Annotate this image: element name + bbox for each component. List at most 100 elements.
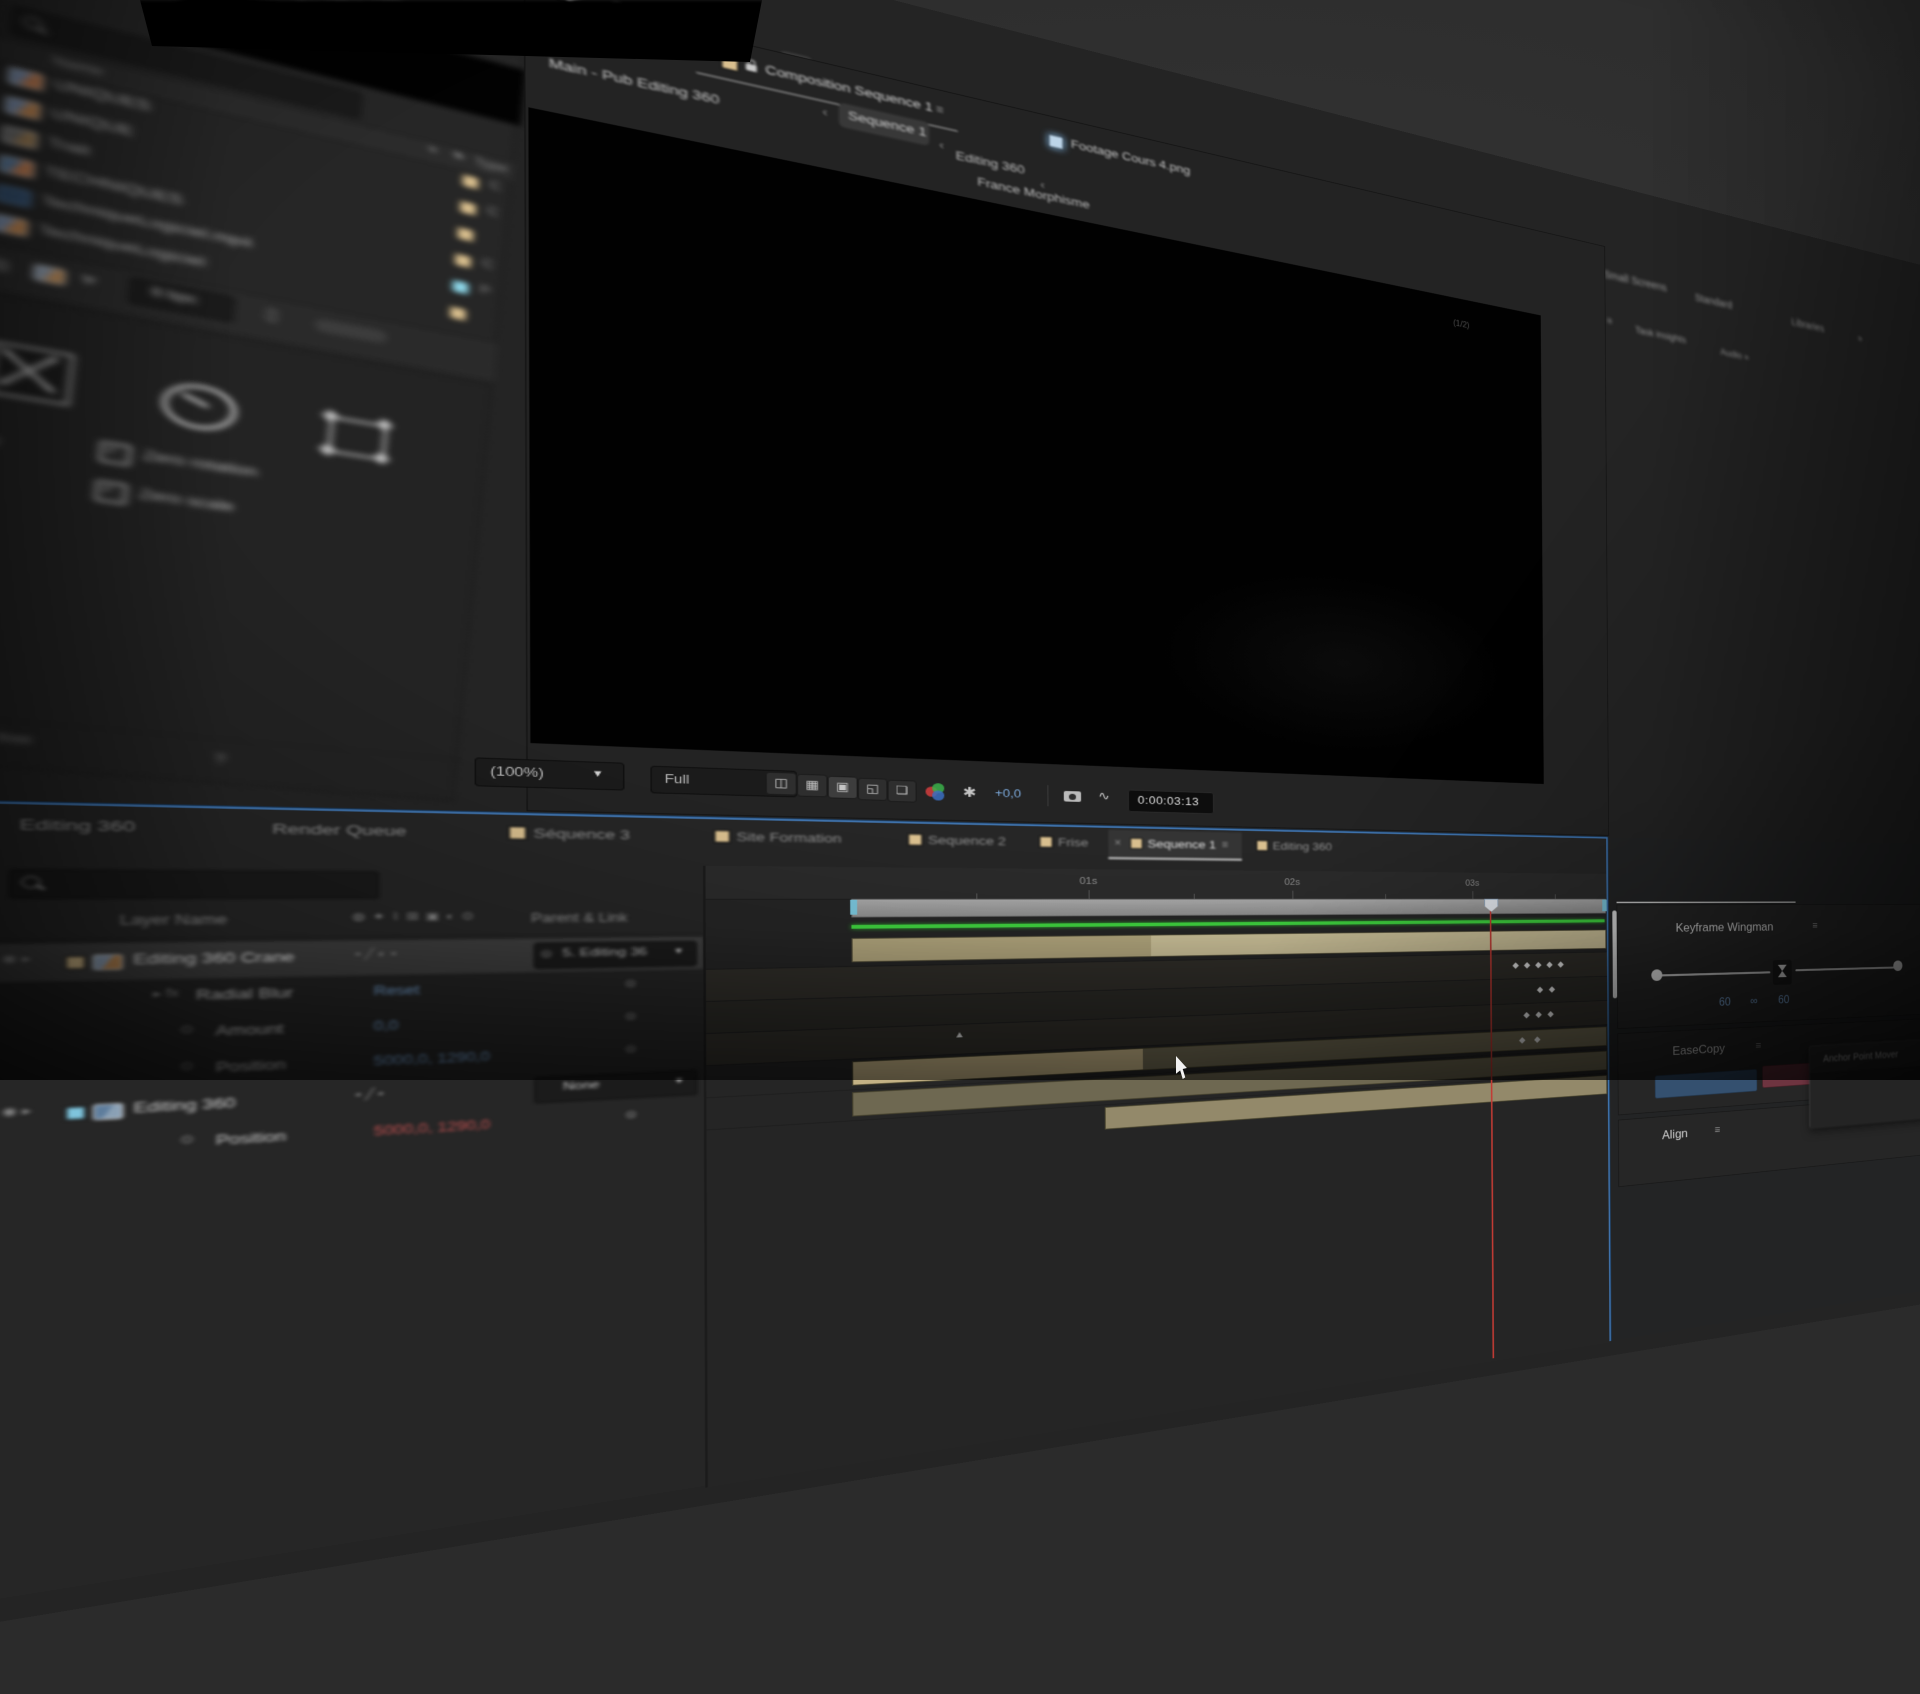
panel-menu-icon[interactable] xyxy=(1756,1040,1762,1052)
timeline-search-input[interactable] xyxy=(9,869,379,899)
scale-reset-icon[interactable] xyxy=(327,416,387,461)
copy-ease-button[interactable] xyxy=(1655,1069,1757,1099)
comp-chip xyxy=(1039,836,1052,848)
timeline-tab-frise[interactable]: Frise xyxy=(1058,836,1089,850)
time-ruler[interactable]: 01s 02s 03s xyxy=(705,866,1606,900)
item-thumb xyxy=(0,184,32,208)
roi-button[interactable]: ▣ xyxy=(828,776,858,799)
panel-menu-icon[interactable] xyxy=(1812,920,1817,932)
preview-options-button[interactable]: ❏ xyxy=(887,780,916,803)
effect-reset-link[interactable]: Reset xyxy=(373,983,419,999)
crumb-separator-icon[interactable] xyxy=(939,137,944,152)
label-chip[interactable] xyxy=(453,252,473,269)
parent-dropdown[interactable]: ◎ 5. Editing 36 xyxy=(534,941,697,969)
tab-menu-icon[interactable] xyxy=(936,102,944,116)
footage-chip-icon[interactable] xyxy=(33,264,66,286)
ease-in-value[interactable]: 60 xyxy=(1719,996,1731,1009)
snapshot-camera-icon[interactable] xyxy=(1064,791,1081,802)
label-tag-icon[interactable]: ⚑ xyxy=(451,150,465,164)
comp-chip xyxy=(508,826,526,840)
composition-view-area[interactable]: (1/2) xyxy=(528,107,1543,784)
lock-icon xyxy=(746,63,757,72)
trash-icon[interactable]: ▯ xyxy=(265,304,279,324)
column-type-header[interactable]: Type xyxy=(474,156,508,176)
easecopy-title: EaseCopy xyxy=(1672,1041,1724,1058)
item-thumb xyxy=(0,154,35,178)
tab-menu-icon[interactable] xyxy=(1222,839,1229,851)
resolution-gear-icon[interactable]: ✱ xyxy=(963,784,977,801)
link-infinity-icon[interactable]: ∞ xyxy=(1750,995,1757,1008)
properties-menu-icon[interactable] xyxy=(1607,315,1612,326)
help-button[interactable]: ? xyxy=(214,751,226,767)
property-value-error[interactable]: 5000,0, 1290,0 xyxy=(374,1117,490,1138)
ruler-label-03s: 03s xyxy=(1465,879,1479,888)
exposure-value[interactable]: +0,0 xyxy=(995,787,1021,800)
label-chip[interactable] xyxy=(456,226,476,243)
layer-color-chip[interactable] xyxy=(65,956,86,970)
anchor-point-mover-window[interactable]: Anchor Point Mover xyxy=(1809,1038,1920,1129)
parent-link-column-header[interactable]: Parent & Link xyxy=(531,911,628,926)
column-name-header[interactable]: Name xyxy=(52,54,104,79)
panel-menu-icon[interactable] xyxy=(1715,1124,1721,1137)
easing-slider-track-right[interactable] xyxy=(1795,966,1897,971)
visibility-label: visibility xyxy=(0,421,1,448)
viewer-crumb-editing360[interactable]: Editing 360 xyxy=(956,148,1025,176)
magnification-dropdown[interactable]: (100%) xyxy=(475,757,625,790)
close-tab-icon[interactable] xyxy=(701,48,710,64)
crumb-separator-icon[interactable] xyxy=(822,104,827,119)
layer-thumb xyxy=(93,1103,124,1120)
work-area-end-handle[interactable] xyxy=(1602,900,1606,912)
easing-slider-track-left[interactable] xyxy=(1657,971,1771,976)
timeline-tab-sequence2[interactable]: Sequence 2 xyxy=(928,833,1006,848)
mask-visibility-button[interactable]: ▦ xyxy=(797,774,828,798)
label-chip[interactable] xyxy=(448,305,468,322)
send-icon[interactable]: ➤ xyxy=(75,269,102,290)
workspace-overflow-chevron[interactable]: » xyxy=(1858,332,1863,344)
grid-guides-button[interactable]: ◫ xyxy=(766,772,797,796)
timeline-tab-site-formation[interactable]: Site Formation xyxy=(736,829,841,845)
comp-chip xyxy=(714,830,730,843)
sort-caret-icon[interactable] xyxy=(429,144,437,157)
marker-icon[interactable]: ▲ xyxy=(954,1030,965,1040)
zero-scale-checkbox[interactable]: ✓ xyxy=(94,479,128,505)
bit-depth-button[interactable]: 8 bpc xyxy=(128,277,235,323)
main-comp-tab[interactable]: Main - Pub Editing 360 xyxy=(549,55,720,107)
layer-color-chip[interactable] xyxy=(65,1106,86,1121)
timeline-tab-sequence3[interactable]: Séquence 3 xyxy=(533,826,630,843)
desktop-background: Y Y Snapping ⚑ » Default Review Learn Sm… xyxy=(0,0,1920,1080)
label-chip[interactable] xyxy=(458,199,478,216)
work-area-start-handle[interactable] xyxy=(850,900,857,915)
zero-rotation-label: Zero rotation xyxy=(142,447,258,480)
timecode-value: 0:00:03:13 xyxy=(1138,794,1199,808)
channel-rgb-icon[interactable] xyxy=(926,783,950,802)
close-tab-icon[interactable] xyxy=(1114,837,1121,849)
layer-viewer-tab[interactable]: Layer (none) xyxy=(549,21,647,58)
ease-out-value[interactable]: 60 xyxy=(1778,994,1789,1007)
slider-center-button[interactable] xyxy=(1773,960,1792,985)
label-chip[interactable] xyxy=(451,279,471,296)
project-item[interactable]: UNIQUE xyxy=(50,105,134,139)
resolution-value: Full xyxy=(665,772,690,787)
after-effects-window: Y Y Snapping ⚑ » Default Review Learn Sm… xyxy=(0,0,1920,1668)
timeline-tab-editing360-left[interactable]: Editing 360 xyxy=(19,816,135,835)
keyframe-wingman-title: Keyframe Wingman xyxy=(1676,920,1774,935)
timeline-tab-sequence1-active[interactable]: Sequence 1 xyxy=(1108,830,1242,861)
timeline-tab-render-queue[interactable]: Render Queue xyxy=(272,821,406,839)
layer-name: Editing 360 xyxy=(133,1095,235,1116)
folder-icon[interactable]: ▨ xyxy=(0,253,11,275)
project-item[interactable]: Trait xyxy=(47,134,91,159)
anchor-grid-icon[interactable] xyxy=(0,341,74,406)
transparency-grid-button[interactable]: ◱ xyxy=(858,778,888,801)
item-thumb xyxy=(0,213,29,237)
show-snapshot-icon[interactable]: ∿ xyxy=(1098,789,1110,804)
timecode-box[interactable]: 0:00:03:13 xyxy=(1128,790,1214,815)
property-value[interactable]: 0,0 xyxy=(374,1018,399,1034)
rotation-reset-icon[interactable] xyxy=(160,379,239,435)
slider-knob-left[interactable] xyxy=(1651,969,1662,981)
property-value[interactable]: 5000,0, 1290,0 xyxy=(374,1049,490,1068)
zero-rotation-checkbox[interactable]: ✓ xyxy=(98,440,132,466)
label-chip[interactable] xyxy=(461,173,481,190)
layer-name-column-header[interactable]: Layer Name xyxy=(120,912,228,928)
slider-knob-right[interactable] xyxy=(1893,960,1902,971)
timeline-tab-editing360-right[interactable]: Editing 360 xyxy=(1273,840,1332,853)
